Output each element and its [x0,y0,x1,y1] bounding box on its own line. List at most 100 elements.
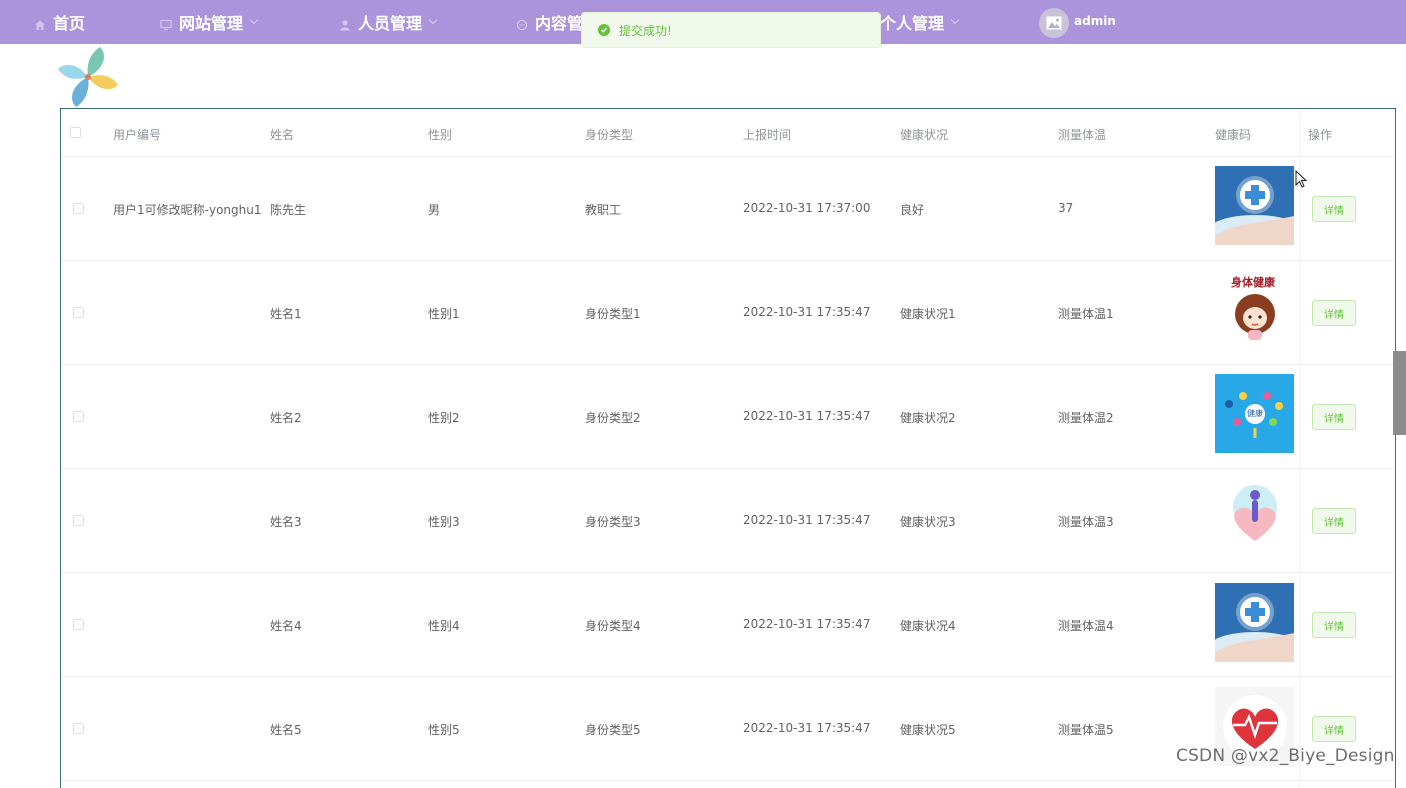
cell-time: 2022-10-31 17:35:47 [743,721,871,735]
health-code-image[interactable]: 健康 [1215,374,1294,453]
detail-button[interactable]: 详情 [1312,300,1356,326]
column-header[interactable]: 测量体温 [1058,126,1106,143]
toast-message: 提交成功! [619,23,672,38]
fixed-column-divider [1299,109,1301,788]
monitor-icon [160,16,172,31]
select-all-checkbox[interactable] [70,127,81,138]
nav-site-manage[interactable]: 网站管理 [160,0,259,44]
pinwheel-logo [56,45,120,109]
cell-temperature: 测量体温5 [1058,723,1114,737]
home-icon [34,16,46,30]
cell-name: 姓名5 [270,723,302,737]
nav-personal-manage-label: 个人管理 [880,14,945,33]
column-header[interactable]: 性别 [428,126,452,143]
user-icon [339,16,351,31]
health-code-image[interactable]: 身体健康 [1215,272,1294,351]
chevron-down-icon [249,15,259,25]
chevron-down-icon [428,15,438,25]
table-header: 用户编号 姓名 性别 身份类型 上报时间 健康状况 测量体温 健康码 操作 [61,109,1395,157]
nav-personal-manage[interactable]: 个人管理 [880,0,960,44]
nav-people-manage-label: 人员管理 [358,14,423,33]
detail-button[interactable]: 详情 [1312,196,1356,222]
detail-button[interactable]: 详情 [1312,404,1356,430]
cell-health: 健康状况2 [900,411,956,425]
success-toast: 提交成功! [581,12,881,48]
health-code-image[interactable] [1215,166,1294,245]
row-checkbox[interactable] [73,411,84,422]
row-checkbox[interactable] [73,307,84,318]
cell-name: 陈先生 [270,203,307,217]
table-row[interactable]: 姓名1 性别1 身份类型1 2022-10-31 17:35:47 健康状况1 … [61,261,1395,365]
mouse-cursor-icon [1295,169,1308,192]
cell-user-id: 用户1可修改昵称-yonghu1 [113,203,262,217]
cell-gender: 性别3 [428,515,460,529]
cell-time: 2022-10-31 17:35:47 [743,513,871,527]
data-table: 用户编号 姓名 性别 身份类型 上报时间 健康状况 测量体温 健康码 操作 用户… [60,108,1396,788]
nav-home-label: 首页 [53,14,86,33]
cell-time: 2022-10-31 17:37:00 [743,201,871,215]
cell-gender: 性别4 [428,619,460,633]
table-row[interactable]: 用户1可修改昵称-yonghu1 陈先生 男 教职工 2022-10-31 17… [61,157,1395,261]
cell-identity: 教职工 [585,203,622,217]
detail-button[interactable]: 详情 [1312,612,1356,638]
chat-icon [516,16,528,31]
cell-time: 2022-10-31 17:35:47 [743,305,871,319]
column-header[interactable]: 健康码 [1215,126,1251,143]
avatar[interactable] [1039,8,1069,38]
cell-health: 健康状况3 [900,515,956,529]
column-header: 操作 [1308,128,1333,142]
cell-health: 健康状况5 [900,723,956,737]
cell-temperature: 37 [1058,201,1074,215]
cell-temperature: 测量体温1 [1058,307,1114,321]
medical-cross-icon [1215,583,1294,662]
heart-hands-icon [1215,481,1294,560]
cell-identity: 身份类型4 [585,619,641,633]
column-header[interactable]: 姓名 [270,126,294,143]
nav-content-manage[interactable]: 内容管 [516,0,583,44]
row-checkbox[interactable] [73,515,84,526]
cell-name: 姓名3 [270,515,302,529]
cell-gender: 男 [428,203,441,217]
cell-identity: 身份类型2 [585,411,641,425]
watermark: CSDN @vx2_Biye_Design [1176,746,1395,766]
row-checkbox[interactable] [73,203,84,214]
cell-temperature: 测量体温3 [1058,515,1114,529]
cell-name: 姓名2 [270,411,302,425]
cell-health: 良好 [900,203,925,217]
table-row[interactable]: 姓名2 性别2 身份类型2 2022-10-31 17:35:47 健康状况2 … [61,365,1395,469]
cell-time: 2022-10-31 17:35:47 [743,409,871,423]
cell-gender: 性别2 [428,411,460,425]
nav-site-manage-label: 网站管理 [179,14,244,33]
health-code-image[interactable] [1215,481,1294,560]
column-header[interactable]: 身份类型 [585,126,633,143]
cell-gender: 性别5 [428,723,460,737]
user-name[interactable]: admin [1074,14,1116,28]
table-row[interactable]: 姓名4 性别4 身份类型4 2022-10-31 17:35:47 健康状况4 … [61,573,1395,677]
table-row[interactable]: 姓名3 性别3 身份类型3 2022-10-31 17:35:47 健康状况3 … [61,469,1395,573]
nav-home[interactable]: 首页 [34,0,85,44]
column-header[interactable]: 健康状况 [900,126,948,143]
cell-identity: 身份类型3 [585,515,641,529]
cell-name: 姓名4 [270,619,302,633]
cell-health: 健康状况4 [900,619,956,633]
check-circle-icon [598,24,610,36]
medical-cross-icon [1215,166,1294,245]
image-caption: 身体健康 [1231,276,1275,289]
row-checkbox[interactable] [73,619,84,630]
nav-people-manage[interactable]: 人员管理 [339,0,438,44]
cell-temperature: 测量体温4 [1058,619,1114,633]
nav-content-manage-label: 内容管 [535,14,584,33]
page-scrollbar[interactable] [1393,351,1406,435]
column-header[interactable]: 上报时间 [743,126,791,143]
health-code-image[interactable] [1215,583,1294,662]
detail-button[interactable]: 详情 [1312,716,1356,742]
cell-health: 健康状况1 [900,307,956,321]
cell-identity: 身份类型5 [585,723,641,737]
detail-button[interactable]: 详情 [1312,508,1356,534]
row-checkbox[interactable] [73,723,84,734]
cell-identity: 身份类型1 [585,307,641,321]
cell-gender: 性别1 [428,307,460,321]
cell-temperature: 测量体温2 [1058,411,1114,425]
cell-name: 姓名1 [270,307,302,321]
column-header[interactable]: 用户编号 [113,126,161,143]
